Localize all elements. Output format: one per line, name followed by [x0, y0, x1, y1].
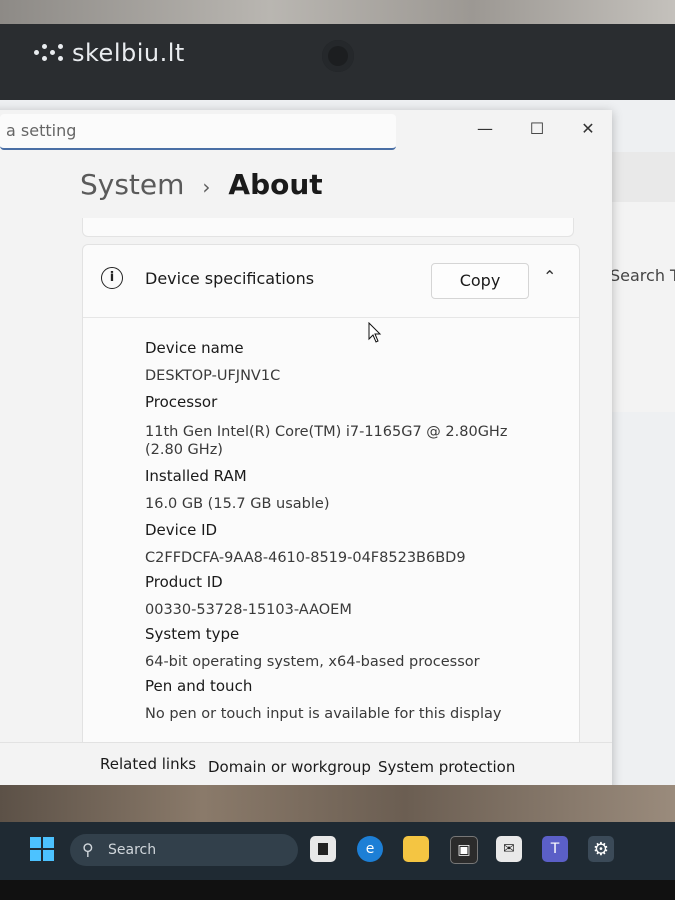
breadcrumb: System › About: [80, 168, 323, 201]
info-icon: i: [101, 267, 123, 289]
background-window-titlebar: [606, 152, 675, 202]
close-button[interactable]: ✕: [565, 112, 611, 144]
desk-background-bottom: [0, 785, 675, 825]
spec-value-processor: 11th Gen Intel(R) Core(TM) i7-1165G7 @ 2…: [145, 424, 508, 458]
webcam-icon: [322, 40, 354, 72]
chevron-up-icon[interactable]: ⌃: [543, 267, 556, 286]
spec-value-pen-and-touch: No pen or touch input is available for t…: [145, 706, 502, 722]
mouse-cursor-icon: [368, 322, 382, 343]
store-icon[interactable]: ▣: [450, 836, 478, 864]
laptop-bottom-bezel: [0, 880, 675, 900]
laptop-top-bezel: skelbiu.lt: [0, 0, 675, 100]
edge-icon[interactable]: e: [357, 836, 383, 862]
spec-label-processor: Processor: [145, 393, 218, 411]
related-links-title: Related links: [100, 755, 197, 773]
device-specifications-card: i Device specifications Copy ⌃ Device na…: [82, 244, 580, 768]
system-protection-link[interactable]: System protection: [378, 758, 515, 776]
copy-button[interactable]: Copy: [431, 263, 529, 299]
minimize-button[interactable]: —: [462, 112, 508, 144]
settings-search-input[interactable]: a setting: [0, 114, 396, 150]
mail-icon[interactable]: ✉: [496, 836, 522, 862]
spec-label-device-id: Device ID: [145, 521, 218, 539]
page-title: About: [228, 168, 323, 201]
screen: Search Th a setting — ☐ ✕ System › About…: [0, 100, 675, 820]
background-search-text[interactable]: Search Th: [610, 266, 675, 285]
spec-value-device-id: C2FFDCFA-9AA8-4610-8519-04F8523B6BD9: [145, 550, 466, 566]
spec-label-product-id: Product ID: [145, 573, 223, 591]
chevron-right-icon: ›: [202, 175, 211, 199]
background-window: Search Th: [605, 152, 675, 412]
spec-value-device-name: DESKTOP-UFJNV1C: [145, 368, 281, 384]
settings-icon[interactable]: ⚙: [588, 836, 614, 862]
search-icon: ⚲: [82, 840, 94, 859]
maximize-button[interactable]: ☐: [514, 112, 560, 144]
spec-label-system-type: System type: [145, 625, 240, 643]
taskbar: ⚲ Search e ▣ ✉ T ⚙: [0, 822, 675, 882]
desk-background-top: [0, 0, 675, 24]
breadcrumb-system[interactable]: System: [80, 168, 184, 201]
task-view-icon[interactable]: [310, 836, 336, 862]
device-specifications-header[interactable]: i Device specifications Copy ⌃: [83, 245, 579, 318]
domain-or-workgroup-link[interactable]: Domain or workgroup: [208, 758, 371, 776]
spec-label-device-name: Device name: [145, 339, 244, 357]
brand-logo: skelbiu.lt: [34, 38, 185, 68]
brand-name: skelbiu.lt: [72, 39, 185, 67]
spec-label-pen-and-touch: Pen and touch: [145, 677, 253, 695]
spec-value-system-type: 64-bit operating system, x64-based proce…: [145, 654, 480, 670]
teams-icon[interactable]: T: [542, 836, 568, 862]
spec-value-product-id: 00330-53728-15103-AAOEM: [145, 602, 352, 618]
taskbar-search-box[interactable]: ⚲ Search: [70, 834, 298, 866]
previous-card-edge: [82, 218, 574, 237]
device-specifications-title: Device specifications: [145, 269, 315, 288]
spec-value-installed-ram: 16.0 GB (15.7 GB usable): [145, 496, 330, 512]
settings-window: a setting — ☐ ✕ System › About i Device …: [0, 110, 612, 793]
taskbar-search-label: Search: [108, 842, 157, 858]
windows-start-icon[interactable]: [30, 837, 54, 861]
spec-label-installed-ram: Installed RAM: [145, 467, 247, 485]
brand-dots-icon: [34, 42, 64, 64]
file-explorer-icon[interactable]: [403, 836, 429, 862]
